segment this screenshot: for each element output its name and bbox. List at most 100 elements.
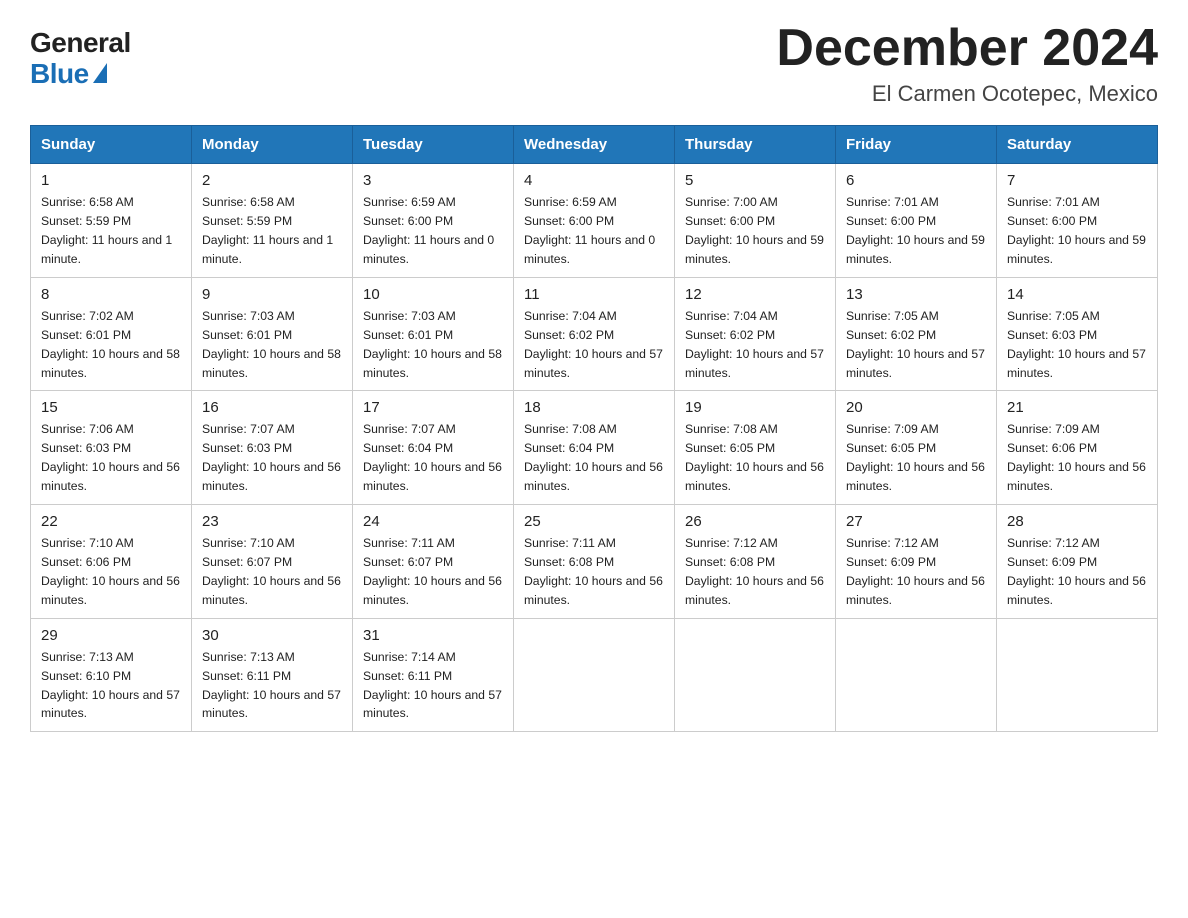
- day-number: 6: [846, 172, 986, 189]
- calendar-cell: [997, 618, 1158, 732]
- day-info: Sunrise: 7:03 AMSunset: 6:01 PMDaylight:…: [363, 307, 503, 383]
- logo-general-text: General: [30, 28, 131, 59]
- day-info: Sunrise: 7:12 AMSunset: 6:09 PMDaylight:…: [846, 534, 986, 610]
- day-info: Sunrise: 6:58 AMSunset: 5:59 PMDaylight:…: [202, 193, 342, 269]
- calendar-cell: 4 Sunrise: 6:59 AMSunset: 6:00 PMDaylight…: [514, 164, 675, 278]
- calendar-cell: 26 Sunrise: 7:12 AMSunset: 6:08 PMDayligh…: [675, 505, 836, 619]
- day-info: Sunrise: 7:07 AMSunset: 6:04 PMDaylight:…: [363, 420, 503, 496]
- day-info: Sunrise: 7:01 AMSunset: 6:00 PMDaylight:…: [1007, 193, 1147, 269]
- day-number: 8: [41, 286, 181, 303]
- calendar-cell: 20 Sunrise: 7:09 AMSunset: 6:05 PMDayligh…: [836, 391, 997, 505]
- header-wednesday: Wednesday: [514, 126, 675, 164]
- day-number: 9: [202, 286, 342, 303]
- calendar-cell: 30Sunrise: 7:13 AMSunset: 6:11 PMDayligh…: [192, 618, 353, 732]
- calendar-week-2: 8Sunrise: 7:02 AMSunset: 6:01 PMDaylight…: [31, 277, 1158, 391]
- day-number: 4: [524, 172, 664, 189]
- calendar-table: SundayMondayTuesdayWednesdayThursdayFrid…: [30, 125, 1158, 732]
- day-number: 26: [685, 513, 825, 530]
- day-info: Sunrise: 7:14 AMSunset: 6:11 PMDaylight:…: [363, 648, 503, 724]
- day-info: Sunrise: 7:07 AMSunset: 6:03 PMDaylight:…: [202, 420, 342, 496]
- calendar-cell: 22 Sunrise: 7:10 AMSunset: 6:06 PMDayligh…: [31, 505, 192, 619]
- day-number: 25: [524, 513, 664, 530]
- calendar-cell: [675, 618, 836, 732]
- calendar-cell: 15 Sunrise: 7:06 AMSunset: 6:03 PMDayligh…: [31, 391, 192, 505]
- calendar-cell: 19Sunrise: 7:08 AMSunset: 6:05 PMDayligh…: [675, 391, 836, 505]
- logo-triangle-icon: [93, 63, 107, 83]
- header-sunday: Sunday: [31, 126, 192, 164]
- day-info: Sunrise: 7:11 AMSunset: 6:07 PMDaylight:…: [363, 534, 503, 610]
- day-number: 15: [41, 399, 181, 416]
- calendar-cell: 7 Sunrise: 7:01 AMSunset: 6:00 PMDaylight…: [997, 164, 1158, 278]
- day-info: Sunrise: 7:13 AMSunset: 6:10 PMDaylight:…: [41, 648, 181, 724]
- calendar-cell: 3 Sunrise: 6:59 AMSunset: 6:00 PMDaylight…: [353, 164, 514, 278]
- day-number: 16: [202, 399, 342, 416]
- calendar-cell: 23 Sunrise: 7:10 AMSunset: 6:07 PMDayligh…: [192, 505, 353, 619]
- day-info: Sunrise: 7:06 AMSunset: 6:03 PMDaylight:…: [41, 420, 181, 496]
- day-info: Sunrise: 6:59 AMSunset: 6:00 PMDaylight:…: [363, 193, 503, 269]
- day-number: 1: [41, 172, 181, 189]
- day-number: 31: [363, 627, 503, 644]
- calendar-cell: 31 Sunrise: 7:14 AMSunset: 6:11 PMDayligh…: [353, 618, 514, 732]
- calendar-subtitle: El Carmen Ocotepec, Mexico: [776, 81, 1158, 107]
- day-info: Sunrise: 7:09 AMSunset: 6:06 PMDaylight:…: [1007, 420, 1147, 496]
- header-tuesday: Tuesday: [353, 126, 514, 164]
- calendar-week-4: 22 Sunrise: 7:10 AMSunset: 6:06 PMDayligh…: [31, 505, 1158, 619]
- calendar-week-3: 15 Sunrise: 7:06 AMSunset: 6:03 PMDayligh…: [31, 391, 1158, 505]
- day-info: Sunrise: 7:05 AMSunset: 6:03 PMDaylight:…: [1007, 307, 1147, 383]
- calendar-cell: 17Sunrise: 7:07 AMSunset: 6:04 PMDayligh…: [353, 391, 514, 505]
- day-number: 24: [363, 513, 503, 530]
- day-number: 22: [41, 513, 181, 530]
- calendar-cell: 21 Sunrise: 7:09 AMSunset: 6:06 PMDayligh…: [997, 391, 1158, 505]
- calendar-cell: 12 Sunrise: 7:04 AMSunset: 6:02 PMDayligh…: [675, 277, 836, 391]
- calendar-cell: 1Sunrise: 6:58 AMSunset: 5:59 PMDaylight…: [31, 164, 192, 278]
- header-friday: Friday: [836, 126, 997, 164]
- calendar-cell: 27 Sunrise: 7:12 AMSunset: 6:09 PMDayligh…: [836, 505, 997, 619]
- day-info: Sunrise: 6:59 AMSunset: 6:00 PMDaylight:…: [524, 193, 664, 269]
- day-info: Sunrise: 7:01 AMSunset: 6:00 PMDaylight:…: [846, 193, 986, 269]
- day-info: Sunrise: 7:10 AMSunset: 6:07 PMDaylight:…: [202, 534, 342, 610]
- day-info: Sunrise: 7:09 AMSunset: 6:05 PMDaylight:…: [846, 420, 986, 496]
- logo: General Blue: [30, 28, 131, 90]
- day-info: Sunrise: 7:13 AMSunset: 6:11 PMDaylight:…: [202, 648, 342, 724]
- day-number: 20: [846, 399, 986, 416]
- day-number: 29: [41, 627, 181, 644]
- day-info: Sunrise: 7:10 AMSunset: 6:06 PMDaylight:…: [41, 534, 181, 610]
- calendar-cell: 18Sunrise: 7:08 AMSunset: 6:04 PMDayligh…: [514, 391, 675, 505]
- calendar-cell: 29 Sunrise: 7:13 AMSunset: 6:10 PMDayligh…: [31, 618, 192, 732]
- header-monday: Monday: [192, 126, 353, 164]
- calendar-cell: 6 Sunrise: 7:01 AMSunset: 6:00 PMDaylight…: [836, 164, 997, 278]
- calendar-cell: 25 Sunrise: 7:11 AMSunset: 6:08 PMDayligh…: [514, 505, 675, 619]
- calendar-cell: 28 Sunrise: 7:12 AMSunset: 6:09 PMDayligh…: [997, 505, 1158, 619]
- day-number: 2: [202, 172, 342, 189]
- day-number: 7: [1007, 172, 1147, 189]
- day-info: Sunrise: 7:08 AMSunset: 6:05 PMDaylight:…: [685, 420, 825, 496]
- day-number: 18: [524, 399, 664, 416]
- day-number: 21: [1007, 399, 1147, 416]
- day-number: 28: [1007, 513, 1147, 530]
- day-info: Sunrise: 7:12 AMSunset: 6:08 PMDaylight:…: [685, 534, 825, 610]
- calendar-cell: [514, 618, 675, 732]
- day-info: Sunrise: 7:12 AMSunset: 6:09 PMDaylight:…: [1007, 534, 1147, 610]
- calendar-cell: 8Sunrise: 7:02 AMSunset: 6:01 PMDaylight…: [31, 277, 192, 391]
- day-number: 27: [846, 513, 986, 530]
- day-number: 3: [363, 172, 503, 189]
- day-info: Sunrise: 7:11 AMSunset: 6:08 PMDaylight:…: [524, 534, 664, 610]
- day-info: Sunrise: 7:00 AMSunset: 6:00 PMDaylight:…: [685, 193, 825, 269]
- day-number: 23: [202, 513, 342, 530]
- day-info: Sunrise: 7:05 AMSunset: 6:02 PMDaylight:…: [846, 307, 986, 383]
- calendar-cell: 2 Sunrise: 6:58 AMSunset: 5:59 PMDaylight…: [192, 164, 353, 278]
- day-info: Sunrise: 7:04 AMSunset: 6:02 PMDaylight:…: [524, 307, 664, 383]
- calendar-cell: [836, 618, 997, 732]
- day-number: 14: [1007, 286, 1147, 303]
- day-number: 12: [685, 286, 825, 303]
- day-number: 13: [846, 286, 986, 303]
- calendar-cell: 14 Sunrise: 7:05 AMSunset: 6:03 PMDayligh…: [997, 277, 1158, 391]
- header-thursday: Thursday: [675, 126, 836, 164]
- days-header-row: SundayMondayTuesdayWednesdayThursdayFrid…: [31, 126, 1158, 164]
- calendar-cell: 10Sunrise: 7:03 AMSunset: 6:01 PMDayligh…: [353, 277, 514, 391]
- day-info: Sunrise: 7:04 AMSunset: 6:02 PMDaylight:…: [685, 307, 825, 383]
- title-block: December 2024 El Carmen Ocotepec, Mexico: [776, 20, 1158, 107]
- calendar-cell: 9Sunrise: 7:03 AMSunset: 6:01 PMDaylight…: [192, 277, 353, 391]
- calendar-title: December 2024: [776, 20, 1158, 77]
- calendar-week-1: 1 Sunrise: 6:58 AMSunset: 5:59 PMDaylight…: [31, 164, 1158, 278]
